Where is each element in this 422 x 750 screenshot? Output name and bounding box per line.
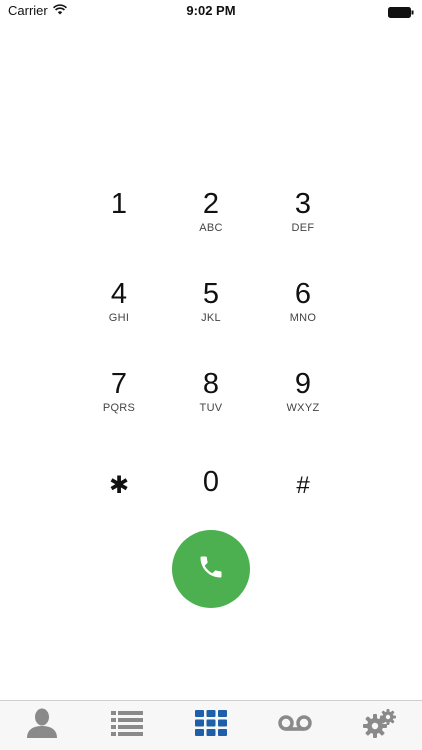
key-digit: #: [296, 472, 310, 499]
key-digit: 2: [202, 188, 220, 220]
settings-icon: [362, 708, 397, 743]
key-digit: 4: [110, 278, 128, 310]
tab-voicemail[interactable]: [265, 703, 325, 749]
key-6[interactable]: 6 MNO: [257, 277, 349, 367]
key-digit: 1: [110, 188, 128, 220]
keypad-icon: [194, 710, 227, 741]
key-4[interactable]: 4 GHI: [73, 277, 165, 367]
key-letters: JKL: [201, 312, 221, 324]
voicemail-icon: [278, 714, 313, 737]
tab-bar: [0, 700, 422, 750]
key-letters: GHI: [108, 312, 130, 324]
key-letters: MNO: [289, 312, 317, 324]
status-bar: Carrier 9:02 PM: [0, 0, 422, 22]
key-letters: TUV: [199, 402, 223, 414]
key-9[interactable]: 9 WXYZ: [257, 367, 349, 457]
key-letters: ABC: [199, 222, 223, 234]
key-digit: 8: [202, 368, 220, 400]
key-digit: 0: [202, 466, 220, 498]
key-7[interactable]: 7 PQRS: [73, 367, 165, 457]
key-3[interactable]: 3 DEF: [257, 187, 349, 277]
key-hash[interactable]: #: [257, 457, 349, 547]
key-digit: ✱: [108, 472, 130, 499]
phone-icon: [197, 553, 225, 586]
key-digit: 5: [202, 278, 220, 310]
call-button[interactable]: [172, 530, 250, 608]
key-1[interactable]: 1: [73, 187, 165, 277]
tab-keypad[interactable]: [181, 703, 241, 749]
keypad: 1 2 ABC 3 DEF 4 GHI 5 JKL 6 MNO 7 PQRS 8: [73, 187, 349, 547]
tab-settings[interactable]: [350, 703, 410, 749]
key-letters: WXYZ: [286, 402, 320, 414]
key-5[interactable]: 5 JKL: [165, 277, 257, 367]
tab-list[interactable]: [97, 703, 157, 749]
key-8[interactable]: 8 TUV: [165, 367, 257, 457]
key-digit: 7: [110, 368, 128, 400]
key-letters: PQRS: [102, 402, 136, 414]
contacts-icon: [25, 707, 59, 744]
battery-icon: [388, 5, 414, 23]
key-2[interactable]: 2 ABC: [165, 187, 257, 277]
key-digit: 9: [294, 368, 312, 400]
key-letters: DEF: [291, 222, 315, 234]
status-time: 9:02 PM: [186, 3, 236, 18]
key-digit: 6: [294, 278, 312, 310]
key-star[interactable]: ✱: [73, 457, 165, 547]
tab-contacts[interactable]: [12, 703, 72, 749]
dialer-screen: Carrier 9:02 PM 1 2 ABC 3 DEF 4 GHI 5 JK…: [0, 0, 422, 750]
list-icon: [110, 710, 143, 741]
key-digit: 3: [294, 188, 312, 220]
